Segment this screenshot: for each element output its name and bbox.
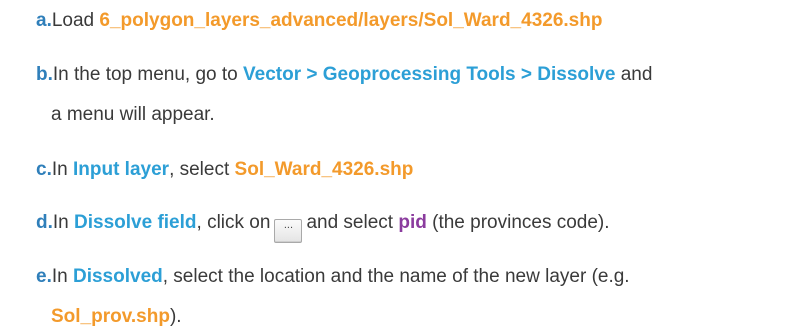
step-d-text-select: and select: [306, 212, 399, 233]
step-a: a.Load 6_polygon_layers_advanced/layers/…: [36, 10, 602, 32]
step-e-text-end: , select the location and the name of th…: [162, 266, 630, 287]
step-d-text: In: [52, 212, 75, 233]
step-c-file-name: Sol_Ward_4326.shp: [234, 159, 414, 180]
step-d-field-pid: pid: [398, 212, 427, 233]
step-d-text-end: (the provinces code).: [426, 212, 610, 233]
step-d-letter: d.: [36, 212, 53, 233]
step-b-text-end: and: [615, 64, 653, 85]
step-e-text-close: ).: [169, 306, 182, 327]
step-c-letter: c.: [36, 159, 52, 180]
step-c-text-mid: , select: [169, 159, 235, 180]
step-e-text: In: [51, 266, 73, 287]
step-d-text-mid: , click on: [196, 212, 271, 233]
step-b-letter: b.: [36, 64, 53, 85]
step-c-input-layer: Input layer: [72, 159, 170, 180]
step-b-line-2: a menu will appear.: [51, 104, 215, 126]
step-d: d.In Dissolve field, click on... and sele…: [36, 212, 610, 243]
step-e-letter: e.: [36, 266, 52, 287]
step-b-continuation: a menu will appear.: [51, 104, 215, 125]
step-b-line-1: b.In the top menu, go to Vector > Geopro…: [36, 64, 652, 86]
step-e-dissolved: Dissolved: [72, 266, 163, 287]
step-a-text: Load: [51, 10, 100, 31]
step-e-line-2: Sol_prov.shp).: [51, 306, 182, 328]
step-b-menu-path: Vector > Geoprocessing Tools > Dissolve: [243, 64, 616, 85]
ellipsis-button[interactable]: ...: [274, 219, 303, 243]
step-c-text: In: [51, 159, 73, 180]
step-e-file-name: Sol_prov.shp: [51, 306, 170, 327]
step-c: c.In Input layer, select Sol_Ward_4326.s…: [36, 159, 413, 181]
step-b-text: In the top menu, go to: [52, 64, 244, 85]
step-d-dissolve-field: Dissolve field: [74, 212, 197, 233]
step-a-file-path: 6_polygon_layers_advanced/layers/Sol_War…: [99, 10, 603, 31]
step-e-line-1: e.In Dissolved, select the location and …: [36, 266, 630, 288]
step-a-letter: a.: [36, 10, 52, 31]
